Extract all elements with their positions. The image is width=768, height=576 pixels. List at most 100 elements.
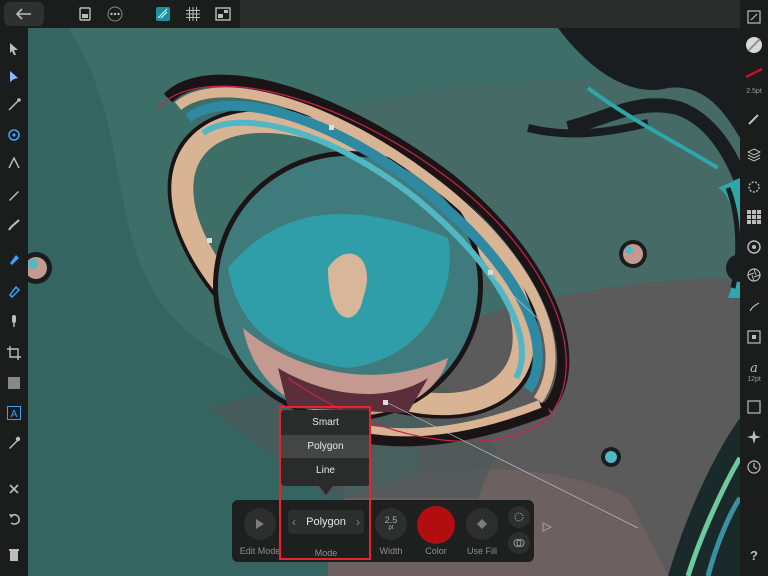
width-label: Width [379,546,403,556]
stroke-icon [745,68,763,78]
width-control[interactable]: 2.5 pt Width [370,504,412,560]
edit-mode-label: Edit Mode [239,546,281,556]
history-icon [747,460,761,474]
view-button[interactable] [210,2,236,26]
corner-tool-icon [8,98,21,111]
transform-icon [747,330,761,344]
brushes-button[interactable] [743,108,765,130]
sculpt-icon [514,512,524,522]
document-button[interactable] [72,2,98,26]
color-picker-icon [9,436,21,449]
use-fill-button[interactable] [466,508,498,540]
transform-button[interactable] [743,326,765,348]
move-tool[interactable] [3,38,25,60]
corner-tool[interactable] [3,94,25,116]
swatches-button[interactable] [743,206,765,228]
character-button[interactable] [743,396,765,418]
snapping-button[interactable] [150,2,176,26]
context-toolbar: Edit Mode ‹ Polygon › Mode 2.5 pt Width … [232,500,534,562]
pen-tool-icon [10,255,19,265]
transparency-tool-icon [12,315,16,327]
undo-button[interactable] [3,508,25,530]
delete-icon [9,484,19,494]
character-icon [747,400,761,414]
color-label: Color [425,546,447,556]
view-icon [215,7,231,21]
text-tool-icon: A [7,406,21,420]
help-button[interactable]: ? [743,544,765,566]
navigator-button[interactable] [743,6,765,28]
cursor-icon [256,519,264,529]
more-button[interactable] [102,2,128,26]
vector-brush-tool[interactable] [3,214,25,236]
text-styles-button[interactable]: a [743,356,765,378]
contour-tool-icon [8,156,20,169]
contour-tool[interactable] [3,152,25,174]
use-fill-control[interactable]: Use Fill [460,504,504,560]
studio-panel: 2.5pt a 12pt ? [740,0,768,576]
artwork [28,28,740,576]
fill-tool[interactable] [3,280,25,302]
snapping-settings-button[interactable] [743,426,765,448]
color-wheel-icon [747,240,761,254]
shape-tool[interactable] [3,372,25,394]
back-button[interactable] [4,2,44,26]
highlight-annotation [279,406,371,560]
stroke-swatch[interactable] [743,62,765,84]
transparency-tool[interactable] [3,310,25,332]
shape-tool-icon [8,377,20,389]
crop-tool[interactable] [3,342,25,364]
width-value: 2.5 [384,515,398,525]
brush-icon [748,114,759,125]
boolean-button[interactable] [508,532,530,554]
layers-icon [747,148,761,162]
svg-text:A: A [11,409,18,420]
history-button[interactable] [743,456,765,478]
text-tool[interactable]: A [3,402,25,424]
expand-toolbar-button[interactable] [542,522,553,535]
node-tool[interactable] [3,66,25,88]
trash-button[interactable] [3,544,25,566]
fill-bucket-icon [477,519,487,529]
text-style-icon: a [750,361,758,374]
boolean-icon [513,539,525,547]
stroke-width-readout: 2.5pt [746,88,762,95]
font-size-readout: 12pt [747,376,761,383]
effects-button[interactable] [743,176,765,198]
pen-tool[interactable] [3,248,25,270]
color-picker-tool[interactable] [3,432,25,454]
pencil-tool[interactable] [3,184,25,206]
grid-button[interactable] [180,2,206,26]
undo-icon [9,514,20,525]
vector-brush-icon [8,219,20,231]
aperture-icon [747,268,761,282]
width-unit: pt [388,525,394,531]
node-tool-icon [10,71,18,82]
edit-mode-control[interactable]: Edit Mode [236,504,284,560]
color-control[interactable]: Color [414,504,458,560]
fill-swatch[interactable] [743,34,765,56]
width-button[interactable]: 2.5 pt [375,508,407,540]
tools-panel: A [0,28,28,576]
edit-mode-button[interactable] [244,508,276,540]
color-button[interactable] [743,236,765,258]
brush-settings-icon [749,302,760,312]
svg-text:a: a [750,361,758,374]
brush-settings-button[interactable] [743,296,765,318]
stroke-panel-button[interactable] [743,264,765,286]
swatches-icon [747,210,761,224]
effects-icon [748,181,760,193]
move-tool-icon [10,43,18,55]
delete-button[interactable] [3,478,25,500]
resize-icon [747,10,761,24]
play-right-icon [542,522,553,532]
layers-button[interactable] [743,144,765,166]
snap-icon [156,7,170,21]
point-transform-icon [8,129,20,141]
point-transform-tool[interactable] [3,124,25,146]
sculpt-button[interactable] [508,506,530,528]
document-icon [79,7,91,21]
back-arrow-icon [15,8,31,20]
color-swatch[interactable] [417,506,455,544]
document-canvas[interactable] [28,28,740,576]
